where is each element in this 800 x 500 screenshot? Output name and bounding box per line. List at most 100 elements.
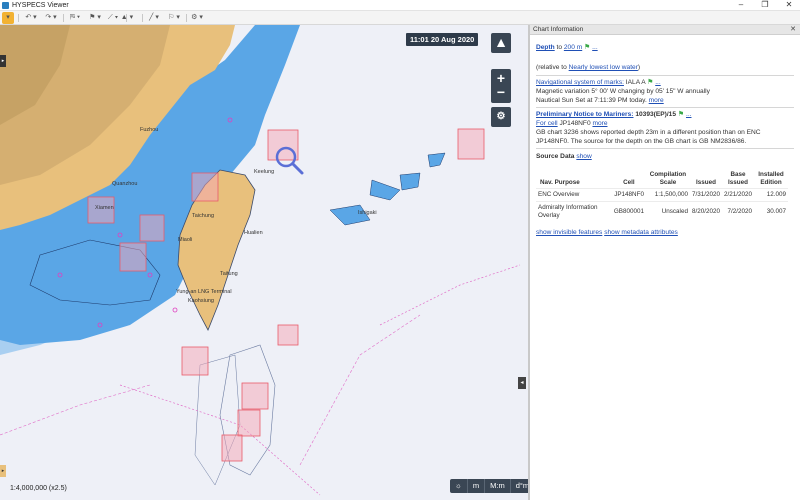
north-up-button[interactable]: ▲ [491, 33, 511, 53]
notice-highlight[interactable] [221, 434, 243, 462]
anchorage-marker [172, 307, 178, 313]
chevron-left-icon: ◂ [520, 380, 524, 386]
close-button[interactable]: ✕ [778, 0, 800, 11]
table-cell: 30.007 [754, 201, 788, 222]
settings-dial-button[interactable]: ⚙ [491, 107, 511, 127]
magnifier-handle-icon [291, 162, 304, 175]
table-row[interactable]: ENC Overview JP148NF0 1:1,500,000 7/31/2… [536, 188, 788, 202]
notice-link[interactable]: Preliminary Notice to Mariners: [536, 111, 633, 118]
table-cell: Admiralty Information Overlay [536, 201, 612, 222]
source-data-show-link[interactable]: show [576, 153, 591, 160]
notice-highlight[interactable] [267, 129, 299, 161]
table-cell: 2/21/2020 [721, 188, 754, 202]
table-cell: 1:1,500,000 [645, 188, 690, 202]
more-dots-link[interactable]: ... [686, 111, 692, 118]
chart-map[interactable]: 11:01 20 Aug 2020 ▲ + − ⚙ Fuzhou Quanzho… [0, 25, 528, 500]
notice-highlight[interactable] [139, 214, 165, 242]
section-divider [536, 107, 794, 108]
panel-title: Chart Information [533, 26, 584, 33]
more-dots-link[interactable]: ... [655, 79, 661, 86]
depth-relative-suffix: ) [637, 64, 641, 71]
settings-button[interactable]: ⚙ ▾ [188, 12, 206, 24]
undo-button[interactable]: ↶ ▾ [22, 12, 40, 24]
unit-toolbar: ☼ m M:m d°m' [450, 479, 528, 493]
bottom-links: show invisible features show metadata at… [536, 228, 792, 237]
place-label: Miaoli [178, 237, 193, 243]
more-link[interactable]: more [592, 120, 607, 127]
maximize-button[interactable]: ❐ [754, 0, 776, 11]
table-header: Compilation Scale [649, 171, 687, 186]
notice-highlight[interactable] [119, 242, 147, 272]
table-cell: ENC Overview [536, 188, 612, 202]
source-data-label: Source Data [536, 153, 575, 160]
route-line [379, 264, 521, 326]
route-line [299, 314, 421, 466]
flag-icon[interactable]: ⚑ [584, 44, 590, 51]
chevron-right-icon: ▸ [1, 58, 5, 64]
daylight-button[interactable]: ☼ [450, 479, 468, 493]
toolbar-divider [63, 14, 64, 22]
table-cell: 12.009 [754, 188, 788, 202]
mark-button[interactable]: ⚑ ▾ [86, 12, 104, 24]
notice-highlight[interactable] [181, 346, 209, 376]
depth-relative-prefix: (relative to [536, 64, 567, 71]
collapse-panel-button[interactable]: ◂ [518, 377, 526, 389]
unit-dm-button[interactable]: d°m' [511, 479, 528, 493]
flag-button[interactable]: ⚐ ▾ [165, 12, 183, 24]
place-label: Taitung [220, 271, 238, 277]
nav-marks-link[interactable]: Navigational system of marks: [536, 79, 624, 86]
chart-canvas[interactable] [0, 25, 528, 500]
table-cell: Unscaled [645, 201, 690, 222]
hazard-button[interactable]: ▲ ▾ [118, 12, 136, 24]
more-link[interactable]: more [649, 97, 664, 104]
depth-link[interactable]: Depth [536, 44, 555, 51]
place-label: Yung-an LNG Terminal [176, 289, 232, 295]
route-line [119, 384, 321, 496]
panel-close-button[interactable]: ✕ [790, 25, 796, 35]
notice-cell-prefix[interactable]: For cell [536, 120, 558, 127]
notice-highlight[interactable] [237, 409, 261, 437]
show-metadata-link[interactable]: show metadata attributes [604, 229, 678, 236]
map-left-tab[interactable]: ▸ [0, 55, 6, 67]
unit-mm-button[interactable]: M:m [485, 479, 511, 493]
minimize-button[interactable]: – [730, 0, 752, 11]
measure-button[interactable]: ╱ ▾ [145, 12, 163, 24]
menu-button[interactable]: ▾ [2, 12, 14, 24]
redo-button[interactable]: ↷ ▾ [42, 12, 60, 24]
table-header: Issued [696, 179, 716, 186]
table-cell: 8/20/2020 [689, 201, 722, 222]
table-header-row: Nav. Purpose Cell Compilation Scale Issu… [536, 170, 788, 189]
datum-link[interactable]: Nearly lowest low water [569, 64, 638, 71]
nav-marks-value: IALA A [625, 79, 646, 86]
more-dots-link[interactable]: ... [592, 44, 598, 51]
table-cell: 7/2/2020 [721, 201, 754, 222]
place-label: Fuzhou [140, 127, 159, 133]
notice-highlight[interactable] [191, 172, 219, 202]
filter-button[interactable]: ⛿ ▾ [66, 12, 84, 24]
source-data-table: Nav. Purpose Cell Compilation Scale Issu… [536, 170, 788, 222]
zoom-out-button[interactable]: − [491, 83, 511, 103]
place-label: Quanzhou [112, 181, 138, 187]
table-header: Installed Edition [758, 171, 784, 186]
island-shape [369, 179, 401, 201]
depth-relative: (relative to Nearly lowest low water) [536, 63, 792, 72]
clock-display: 11:01 20 Aug 2020 [406, 33, 479, 46]
map-left-tab-bottom[interactable]: ▸ [0, 465, 6, 477]
notice-highlight[interactable] [457, 128, 485, 160]
toolbar-divider [142, 14, 143, 22]
flag-icon[interactable]: ⚑ [678, 111, 684, 118]
panel-header: Chart Information ✕ [530, 25, 800, 35]
show-invisible-link[interactable]: show invisible features [536, 229, 602, 236]
unit-meters-button[interactable]: m [468, 479, 486, 493]
island-shape [427, 152, 446, 168]
table-cell: 7/31/2020 [689, 188, 722, 202]
notice-highlight[interactable] [241, 382, 269, 410]
notice-highlight[interactable] [277, 324, 299, 346]
table-row[interactable]: Admiralty Information Overlay GB800001 U… [536, 201, 788, 222]
magnetic-variation: Magnetic variation 5° 00' W changing by … [536, 88, 710, 95]
notice-cell: JP148NF0 [559, 120, 591, 127]
place-label: Hualien [244, 230, 263, 236]
flag-icon[interactable]: ⚑ [647, 79, 653, 86]
depth-value-link[interactable]: 200 m [564, 44, 582, 51]
table-header: Cell [623, 179, 635, 186]
